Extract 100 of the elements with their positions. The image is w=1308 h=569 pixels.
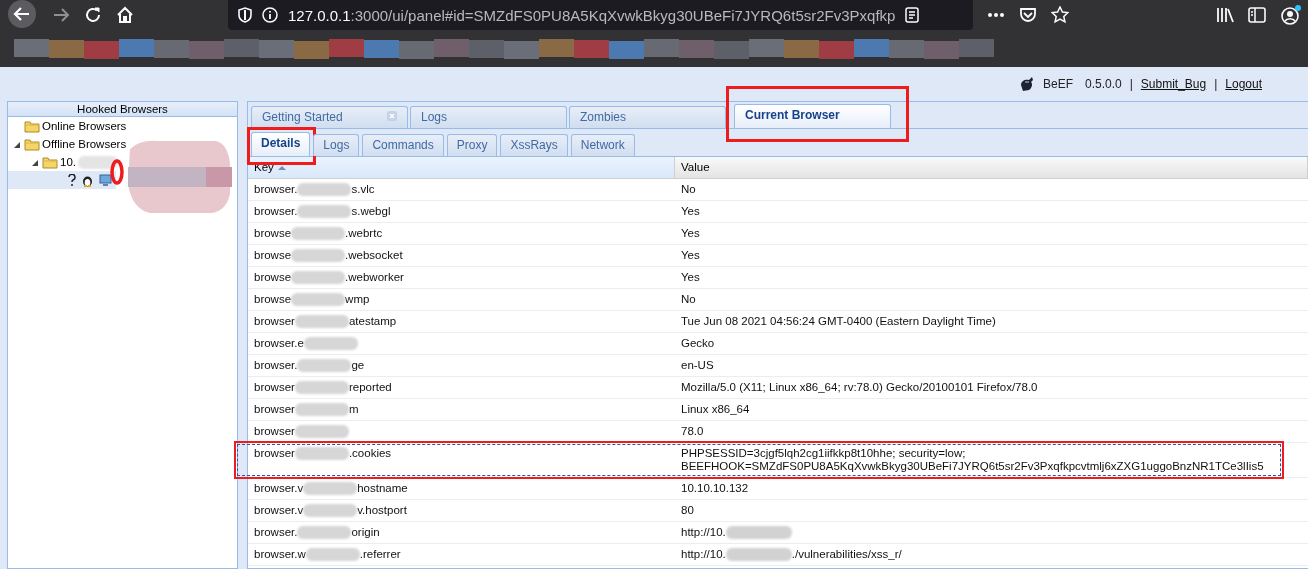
table-cell: wmp (345, 293, 370, 306)
redaction-blur (725, 548, 792, 561)
tab[interactable]: Logs (313, 134, 360, 156)
redaction-blur (294, 447, 349, 460)
star-icon[interactable] (1051, 6, 1069, 24)
redaction-blur (294, 381, 349, 394)
redaction-blur (294, 315, 349, 328)
home-button[interactable] (116, 6, 134, 24)
table-cell: atestamp (348, 315, 397, 328)
redaction-blur (78, 155, 118, 169)
table-cell: .websocket (345, 249, 403, 262)
pocket-icon[interactable] (1019, 7, 1037, 23)
redaction-blur (294, 425, 349, 438)
table-cell: browser. (254, 183, 298, 196)
account-icon[interactable] (1280, 4, 1302, 26)
table-cell: origin (351, 526, 380, 539)
redaction-blur (297, 526, 352, 539)
reload-button[interactable] (84, 6, 102, 24)
table-cell: browse (254, 271, 292, 284)
table-cell: Mozilla/5.0 (X11; Linux x86_64; rv:78.0) Gecko/20100101 Firefox/78.0 (681, 381, 1038, 394)
tab[interactable]: Network (570, 134, 635, 156)
table-cell: browser (254, 403, 295, 416)
tree-item[interactable]: 10. (8, 153, 118, 171)
shield-icon[interactable] (238, 7, 252, 23)
redaction-blur (291, 271, 346, 284)
table-cell: .referrer (359, 548, 401, 561)
header-link[interactable]: Logout (1225, 77, 1262, 91)
table-cell: browser (254, 447, 295, 460)
table-cell: http://10. (681, 548, 726, 561)
header-link[interactable]: Submit_Bug (1140, 77, 1207, 91)
monitor-icon (99, 174, 112, 186)
table-cell: browser (254, 381, 295, 394)
table-cell: No (681, 183, 696, 196)
redaction-blur (725, 526, 792, 539)
redaction-blur (303, 337, 358, 350)
table-cell: browser.v (254, 504, 304, 517)
table-cell: browser.e (254, 337, 304, 350)
redaction-blur (291, 249, 346, 262)
table-cell: http://10. (681, 526, 726, 539)
column-header[interactable]: Value (675, 157, 1308, 178)
table-cell: .webworker (345, 271, 404, 284)
tree-item[interactable] (8, 171, 116, 189)
table-cell: .webrtc (345, 227, 383, 240)
tree-label: Offline Browsers (42, 138, 127, 150)
tab[interactable]: Details (251, 132, 311, 156)
redaction-blur (303, 482, 358, 495)
more-icon[interactable] (987, 12, 1005, 18)
redaction-blur (291, 227, 346, 240)
table-cell: PHPSESSID=3cjgf5lqh2cg1iifkkp8t10hhe; security=low; BEEFHOOK=SMZdFS0PU8A5KqXvwkBkyg30UBeFi7JYRQ6t5sr2Fv3Pxqfkpcvtmlj6xZXG1uggoBnzNR1TCe3lIis5 (681, 447, 1264, 473)
reader-view-icon[interactable] (905, 7, 920, 23)
tab[interactable]: Zombies (569, 106, 726, 128)
tab[interactable]: Getting Started (251, 106, 408, 128)
table-cell: browser (254, 315, 295, 328)
tab[interactable]: Proxy (446, 134, 498, 156)
table-cell: browser. (254, 205, 298, 218)
info-icon[interactable] (262, 7, 278, 23)
table-cell: v.hostport (357, 504, 407, 517)
tree-item[interactable]: Online Browsers (8, 117, 127, 135)
table-cell: browse (254, 249, 292, 262)
table-cell: browser.v (254, 482, 304, 495)
table-cell: Gecko (681, 337, 715, 350)
tree-item[interactable]: Offline Browsers (8, 135, 127, 153)
redaction-blur (305, 548, 360, 561)
table-cell: Yes (681, 271, 700, 284)
tab[interactable]: Current Browser (734, 104, 891, 128)
table-cell: Yes (681, 227, 700, 240)
folder-icon (24, 137, 40, 151)
table-cell: Linux x86_64 (681, 403, 750, 416)
tree-label: Online Browsers (42, 120, 127, 132)
tree-label: 10. (60, 156, 76, 168)
separator-text: | (1129, 77, 1133, 91)
redaction-blur (297, 183, 352, 196)
table-cell: No (681, 293, 696, 306)
version-text: 0.5.0.0 (1084, 77, 1122, 91)
redaction-blur (294, 403, 349, 416)
table-cell: 10.10.10.132 (681, 482, 749, 495)
table-cell: .cookies (348, 447, 392, 460)
tab[interactable]: XssRays (500, 134, 568, 156)
table-cell: s.webgl (351, 205, 391, 218)
table-cell: ./vulnerabilities/xss_r/ (791, 548, 902, 561)
table-cell: browser. (254, 359, 298, 372)
forward-button[interactable] (52, 6, 70, 24)
back-button[interactable] (6, 0, 38, 30)
annotation-circle (110, 158, 124, 186)
tab[interactable]: Commands (362, 134, 444, 156)
sidebar-icon[interactable] (1248, 7, 1266, 23)
redaction-blur (297, 359, 352, 372)
folder-icon (24, 119, 40, 133)
tab[interactable]: Logs (410, 106, 567, 128)
panel-title: Hooked Browsers (8, 102, 237, 117)
table-cell: 78.0 (681, 425, 704, 438)
table-cell: browser.w (254, 548, 306, 561)
redaction-blur (297, 205, 352, 218)
table-cell: browser (254, 425, 295, 438)
table-cell: Yes (681, 249, 700, 262)
library-icon[interactable] (1216, 7, 1234, 23)
bull-logo-icon (1018, 76, 1035, 92)
table-cell: en-US (681, 359, 714, 372)
table-cell: browse (254, 227, 292, 240)
address-bar[interactable]: 127.0.0.1:3000/ui/panel#id=SMZdFS0PU8A5KqXvwkBkyg30UBeFi7JYRQ6t5sr2Fv3Pxqfkp (228, 0, 973, 30)
